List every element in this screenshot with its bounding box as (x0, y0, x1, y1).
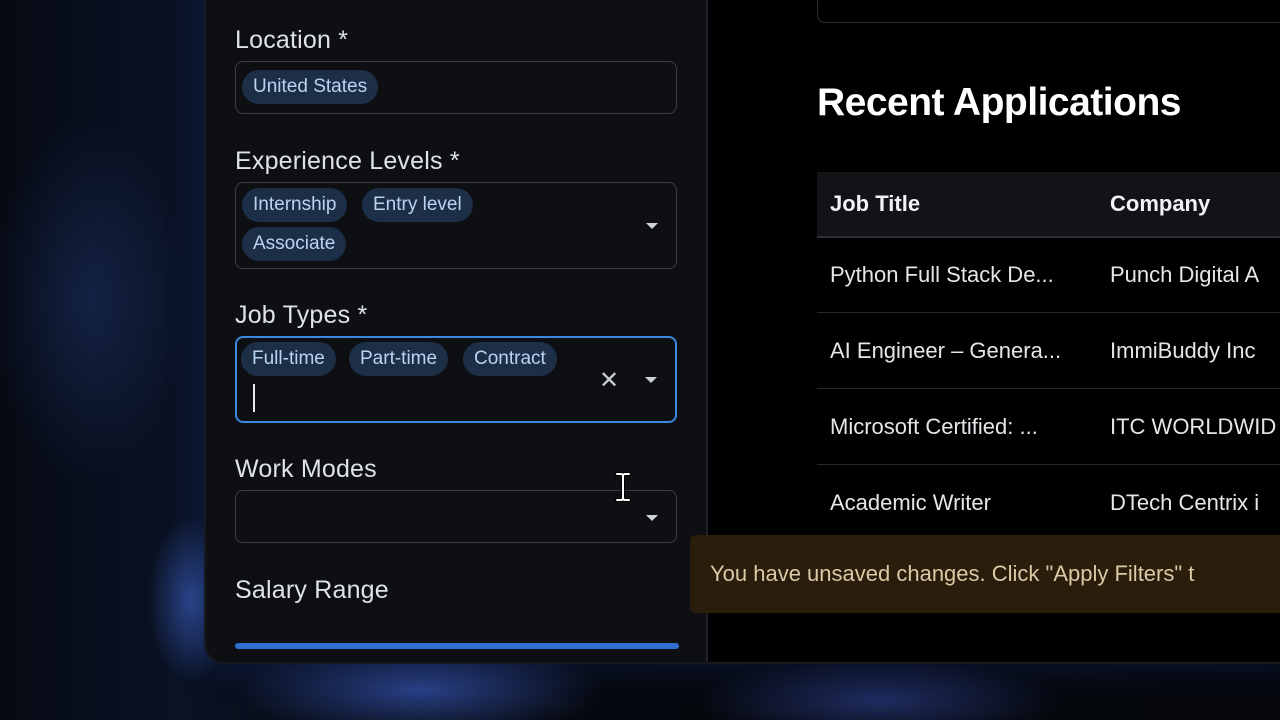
table-row[interactable]: Academic Writer DTech Centrix i (817, 465, 1280, 540)
table-row[interactable]: AI Engineer – Genera... ImmiBuddy Inc (817, 313, 1280, 389)
experience-chip-internship[interactable]: Internship (242, 188, 348, 222)
job-title-cell: AI Engineer – Genera... (830, 338, 1062, 363)
job-title-cell: Academic Writer (830, 490, 991, 515)
company-cell: ITC WORLDWID (1110, 414, 1277, 439)
table-row[interactable]: Microsoft Certified: ... ITC WORLDWID (817, 389, 1280, 465)
experience-chip-associate[interactable]: Associate (242, 227, 347, 261)
job-type-chip-full-time[interactable]: Full-time (241, 342, 336, 376)
company-cell: Punch Digital A (1110, 262, 1260, 287)
close-icon[interactable]: ✕ (599, 369, 619, 393)
experience-field[interactable]: Internship Entry level Associate (235, 182, 677, 269)
unsaved-changes-toast: You have unsaved changes. Click "Apply F… (690, 535, 1280, 613)
job-title-cell: Python Full Stack De... (830, 262, 1054, 287)
chevron-down-icon[interactable] (646, 223, 658, 229)
recent-applications-title: Recent Applications (817, 81, 1181, 124)
text-cursor (253, 384, 255, 412)
location-chip-united-states[interactable]: United States (242, 70, 379, 104)
column-job-title[interactable]: Job Title (830, 172, 920, 236)
chevron-down-icon[interactable] (646, 515, 658, 521)
ibeam-cursor-icon (615, 472, 631, 502)
table-row[interactable]: Python Full Stack De... Punch Digital A (817, 237, 1280, 313)
toast-message: You have unsaved changes. Click "Apply F… (710, 561, 1195, 586)
work-modes-field[interactable] (235, 490, 677, 543)
table-header: Job Title Company (817, 172, 1280, 238)
salary-range-label: Salary Range (235, 576, 389, 604)
location-field[interactable]: United States (235, 61, 677, 114)
company-cell: DTech Centrix i (1110, 490, 1260, 515)
job-type-chip-contract[interactable]: Contract (463, 342, 557, 376)
company-cell: ImmiBuddy Inc (1110, 338, 1256, 363)
location-label: Location * (235, 26, 349, 54)
column-company[interactable]: Company (1110, 172, 1210, 236)
experience-label: Experience Levels * (235, 147, 460, 175)
experience-chip-entry-level[interactable]: Entry level (362, 188, 473, 222)
filters-panel: Location * United States Experience Leve… (206, 0, 708, 662)
job-types-label: Job Types * (235, 301, 368, 329)
salary-range-slider[interactable] (235, 643, 679, 649)
top-card (817, 0, 1280, 23)
job-type-chip-part-time[interactable]: Part-time (349, 342, 449, 376)
job-types-field[interactable]: Full-time Part-time Contract ✕ (235, 336, 677, 423)
chevron-down-icon[interactable] (645, 377, 657, 383)
job-title-cell: Microsoft Certified: ... (830, 414, 1038, 439)
work-modes-label: Work Modes (235, 455, 377, 483)
